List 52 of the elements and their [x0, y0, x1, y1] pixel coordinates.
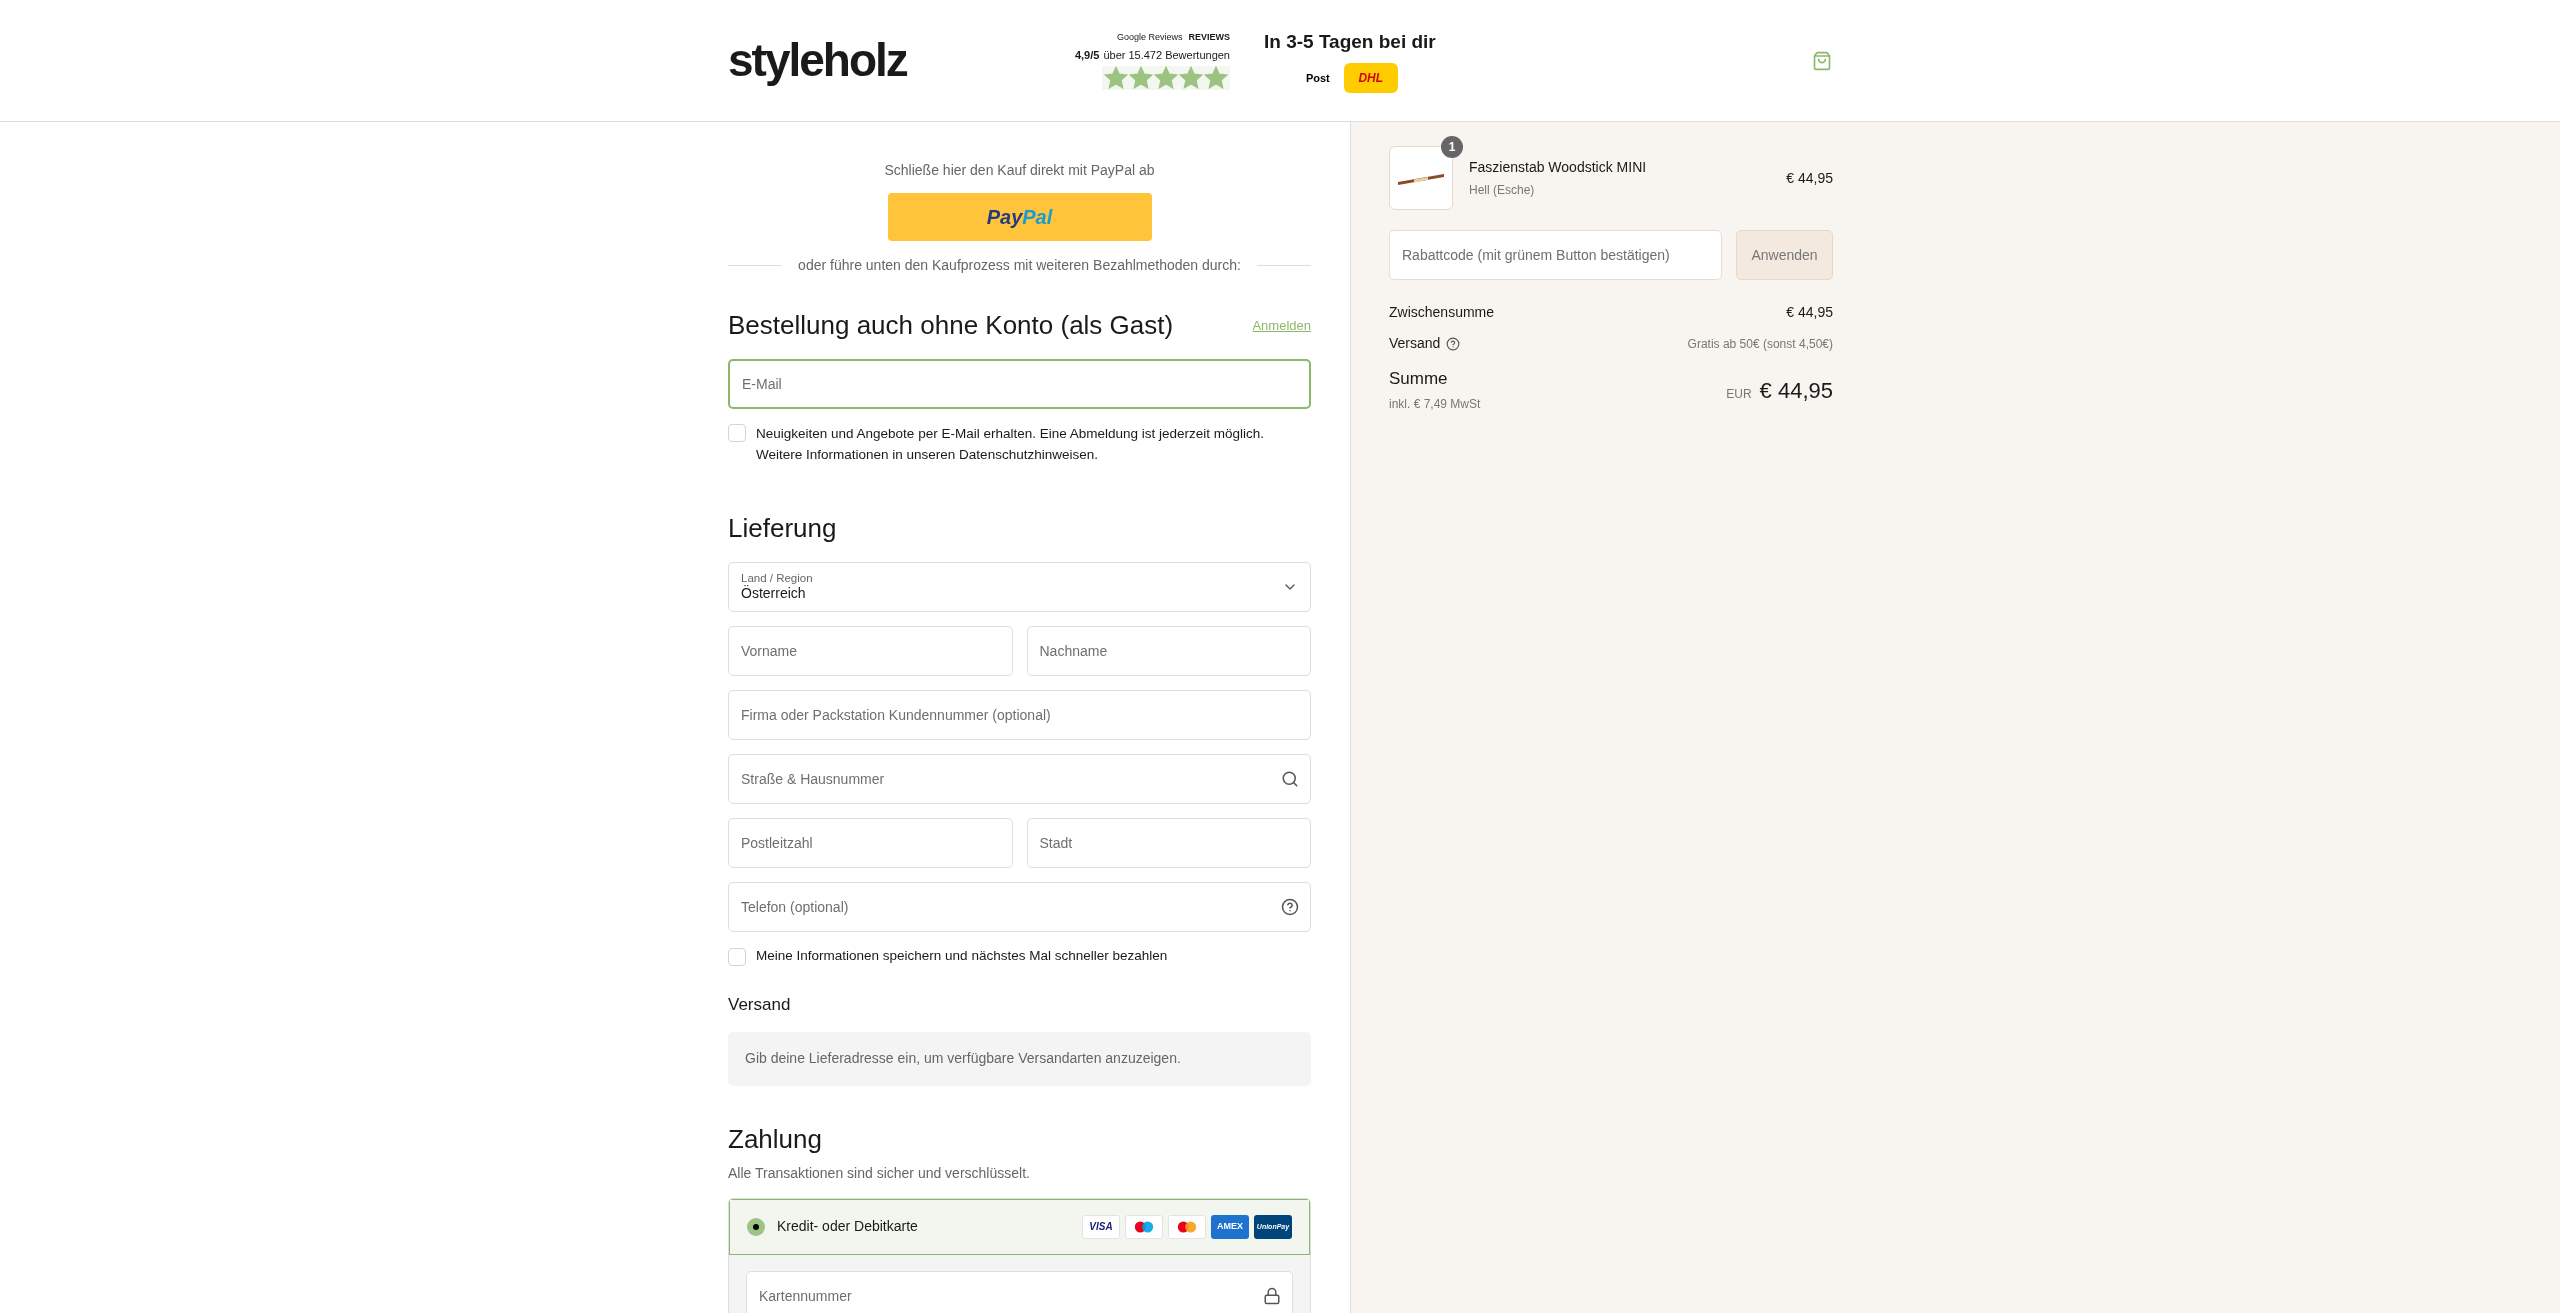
paypal-intro: Schließe hier den Kauf direkt mit PayPal ab: [883, 161, 1156, 180]
review-count: über 15.472 Bewertungen: [1103, 47, 1230, 63]
currency-code: EUR: [1726, 385, 1752, 403]
quantity-badge: 1: [1441, 136, 1463, 158]
search-icon: [1281, 770, 1299, 788]
help-icon[interactable]: [1281, 898, 1299, 916]
payment-subtitle: Alle Transaktionen sind sicher und verschlüsselt.: [728, 1163, 1031, 1183]
card-logo: AMEX: [1211, 1214, 1249, 1239]
review-source: Google Reviews: [1116, 31, 1183, 44]
star-icon: [1179, 66, 1203, 90]
input-field[interactable]: E-Mail: [728, 359, 1311, 409]
payment-method-label: Kredit- oder Debitkarte: [777, 1217, 919, 1237]
newsletter-label: Neuigkeiten und Angebote per E-Mail erhalten. Eine Abmeldung ist jederzeit möglich. Weitere Informationen in unseren Datenschutzhinweisen.: [756, 425, 1266, 464]
delivery-promise: In 3-5 Tagen bei dir: [1264, 30, 1436, 55]
shipping-label: Versand: [1389, 334, 1441, 353]
section-title: Zahlung: [728, 1122, 823, 1156]
discount-field[interactable]: Rabattcode (mit grünem Button bestätigen): [1389, 230, 1722, 280]
shipping-notice: Gib deine Lieferadresse ein, um verfügbare Versandarten anzuzeigen.: [728, 1031, 1311, 1086]
paypal-button[interactable]: PayPal: [887, 193, 1152, 241]
total-label: Summe: [1389, 368, 1449, 390]
checkbox[interactable]: [728, 424, 746, 442]
section-title: Lieferung: [728, 512, 838, 545]
tax-note: inkl. € 7,49 MwSt: [1389, 395, 1481, 413]
total-value: € 44,95: [1759, 376, 1833, 405]
radio-button[interactable]: [747, 1217, 765, 1236]
subtotal-value: € 44,95: [1786, 303, 1833, 322]
star-icon: [1129, 66, 1153, 90]
select-label: Land / Region: [741, 571, 814, 585]
lock-icon: [1263, 1286, 1281, 1305]
apply-button[interactable]: Anwenden: [1736, 230, 1833, 280]
product-price: € 44,95: [1786, 168, 1833, 188]
section-title: Bestellung auch ohne Konto (als Gast): [728, 309, 1174, 342]
product-name: Faszienstab Woodstick MINI: [1469, 158, 1648, 177]
help-icon[interactable]: [1446, 336, 1461, 351]
star-icon: [1204, 66, 1228, 90]
card-logo: [1125, 1214, 1163, 1239]
country-select[interactable]: Land / Region Österreich: [728, 562, 1311, 612]
rating-text: 4,9/5: [1074, 47, 1100, 63]
star-icon: [1104, 66, 1128, 90]
product-variant: Hell (Esche): [1469, 182, 1536, 199]
subtotal-label: Zwischensumme: [1389, 303, 1495, 322]
checkbox[interactable]: [728, 947, 746, 966]
divider-text: oder führe unten den Kaufprozess mit weiteren Bezahlmethoden durch:: [798, 256, 1241, 275]
carrier-logo: DHL: [1343, 62, 1398, 93]
section-title: Versand: [728, 994, 792, 1017]
select-value: Österreich: [741, 585, 807, 603]
shipping-value: Gratis ab 50€ (sonst 4,50€): [1687, 335, 1833, 353]
star-icon: [1154, 66, 1178, 90]
card-logo: [1168, 1214, 1206, 1239]
review-source: REVIEWS: [1188, 31, 1230, 44]
save-info-label: Meine Informationen speichern und nächstes Mal schneller bezahlen: [756, 947, 1168, 965]
card-logo: VISA: [1082, 1214, 1120, 1239]
